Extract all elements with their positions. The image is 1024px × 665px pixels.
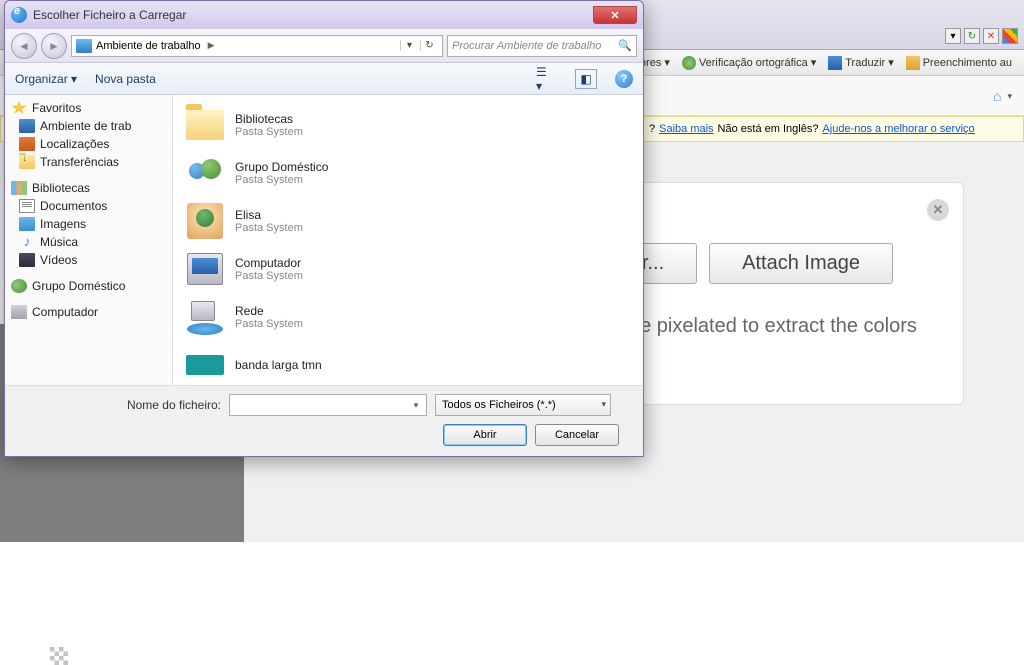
chevron-down-icon[interactable]: ▾ bbox=[408, 397, 424, 413]
learn-more-link[interactable]: Saiba mais bbox=[659, 123, 713, 135]
sidebar-item-downloads[interactable]: Transferências bbox=[5, 153, 172, 171]
homegroup-icon bbox=[11, 279, 27, 293]
view-options-button[interactable]: ☰ ▾ bbox=[535, 69, 557, 89]
sidebar-computer[interactable]: Computador bbox=[5, 303, 172, 321]
open-button[interactable]: Abrir bbox=[443, 424, 527, 446]
connection-icon bbox=[186, 355, 224, 375]
google-icon[interactable] bbox=[1002, 28, 1018, 44]
sidebar-homegroup[interactable]: Grupo Doméstico bbox=[5, 277, 172, 295]
desktop-icon bbox=[76, 39, 92, 53]
preview-pane-button[interactable]: ◧ bbox=[575, 69, 597, 89]
homegroup-icon bbox=[187, 155, 223, 191]
attach-image-button[interactable]: Attach Image bbox=[709, 243, 893, 284]
list-item[interactable]: banda larga tmn bbox=[179, 341, 637, 385]
computer-icon bbox=[187, 253, 223, 285]
pixelate-icon bbox=[50, 647, 68, 665]
nav-forward-button[interactable]: ► bbox=[41, 33, 67, 59]
search-icon: 🔍 bbox=[618, 39, 632, 52]
translate-btn[interactable]: Traduzir ▾ bbox=[824, 56, 897, 70]
cancel-button[interactable]: Cancelar bbox=[535, 424, 619, 446]
sidebar-item-videos[interactable]: Vídeos bbox=[5, 251, 172, 269]
filename-label: Nome do ficheiro: bbox=[15, 398, 221, 412]
file-open-dialog: Escolher Ficheiro a Carregar ✕ ◄ ► Ambie… bbox=[4, 0, 644, 457]
network-icon bbox=[187, 299, 223, 335]
autofill-btn[interactable]: Preenchimento au bbox=[902, 56, 1016, 70]
list-item[interactable]: RedePasta System bbox=[179, 293, 637, 341]
dialog-navbar: ◄ ► Ambiente de trabalho ▶ ▾↻ Procurar A… bbox=[5, 29, 643, 63]
sidebar-favorites[interactable]: Favoritos bbox=[5, 99, 172, 117]
help-improve-link[interactable]: Ajude-nos a melhorar o serviço bbox=[822, 123, 974, 135]
sidebar-item-locations[interactable]: Localizações bbox=[5, 135, 172, 153]
close-icon[interactable]: ✕ bbox=[927, 199, 949, 221]
breadcrumb[interactable]: Ambiente de trabalho ▶ ▾↻ bbox=[71, 35, 443, 57]
ie-icon bbox=[11, 7, 27, 23]
filename-input[interactable]: ▾ bbox=[229, 394, 427, 416]
new-folder-button[interactable]: Nova pasta bbox=[95, 72, 156, 86]
stop-icon[interactable]: ✕ bbox=[983, 28, 999, 44]
sidebar-libraries[interactable]: Bibliotecas bbox=[5, 179, 172, 197]
breadcrumb-location: Ambiente de trabalho bbox=[96, 40, 201, 52]
window-close-button[interactable]: ✕ bbox=[593, 6, 637, 24]
video-icon bbox=[19, 253, 35, 267]
refresh-icon[interactable]: ↻ bbox=[420, 40, 438, 51]
home-icon[interactable]: ⌂ bbox=[993, 88, 1001, 104]
list-item[interactable]: Grupo DomésticoPasta System bbox=[179, 149, 637, 197]
chevron-down-icon: ▾ bbox=[601, 399, 606, 410]
sidebar-item-desktop[interactable]: Ambiente de trab bbox=[5, 117, 172, 135]
desktop-icon bbox=[19, 119, 35, 133]
dialog-sidebar: Favoritos Ambiente de trab Localizações … bbox=[5, 95, 173, 385]
downloads-icon bbox=[19, 155, 35, 169]
user-folder-icon bbox=[187, 203, 223, 239]
command-bar: Organizar ▾ Nova pasta ☰ ▾ ◧ ? bbox=[5, 63, 643, 95]
file-list[interactable]: BibliotecasPasta System Grupo DomésticoP… bbox=[173, 95, 643, 385]
star-icon bbox=[11, 101, 27, 115]
computer-icon bbox=[11, 305, 27, 319]
search-input[interactable]: Procurar Ambiente de trabalho 🔍 bbox=[447, 35, 637, 57]
sidebar-item-images[interactable]: Imagens bbox=[5, 215, 172, 233]
libraries-icon bbox=[11, 181, 27, 195]
folder-icon bbox=[186, 110, 224, 140]
dialog-footer: Nome do ficheiro: ▾ Todos os Ficheiros (… bbox=[5, 385, 643, 456]
spellcheck-btn[interactable]: Verificação ortográfica ▾ bbox=[678, 56, 820, 70]
chevron-down-icon[interactable]: ▾ bbox=[400, 40, 418, 51]
dialog-titlebar[interactable]: Escolher Ficheiro a Carregar ✕ bbox=[5, 1, 643, 29]
locations-icon bbox=[19, 137, 35, 151]
help-icon[interactable]: ? bbox=[615, 70, 633, 88]
file-type-select[interactable]: Todos os Ficheiros (*.*) ▾ bbox=[435, 394, 611, 416]
sidebar-item-documents[interactable]: Documentos bbox=[5, 197, 172, 215]
sidebar-item-music[interactable]: ♪Música bbox=[5, 233, 172, 251]
music-icon: ♪ bbox=[19, 235, 35, 249]
nav-back-button[interactable]: ◄ bbox=[11, 33, 37, 59]
pixelate-tab[interactable]: Pixelate bbox=[50, 647, 135, 665]
nav-btn[interactable]: ▾ bbox=[945, 28, 961, 44]
images-icon bbox=[19, 217, 35, 231]
dialog-title: Escolher Ficheiro a Carregar bbox=[33, 8, 186, 22]
document-icon bbox=[19, 199, 35, 213]
list-item[interactable]: BibliotecasPasta System bbox=[179, 101, 637, 149]
refresh-icon[interactable]: ↻ bbox=[964, 28, 980, 44]
info-text: Não está em Inglês? bbox=[718, 123, 819, 135]
list-item[interactable]: ElisaPasta System bbox=[179, 197, 637, 245]
chevron-right-icon[interactable]: ▶ bbox=[205, 40, 218, 51]
list-item[interactable]: ComputadorPasta System bbox=[179, 245, 637, 293]
organize-menu[interactable]: Organizar ▾ bbox=[15, 72, 77, 86]
